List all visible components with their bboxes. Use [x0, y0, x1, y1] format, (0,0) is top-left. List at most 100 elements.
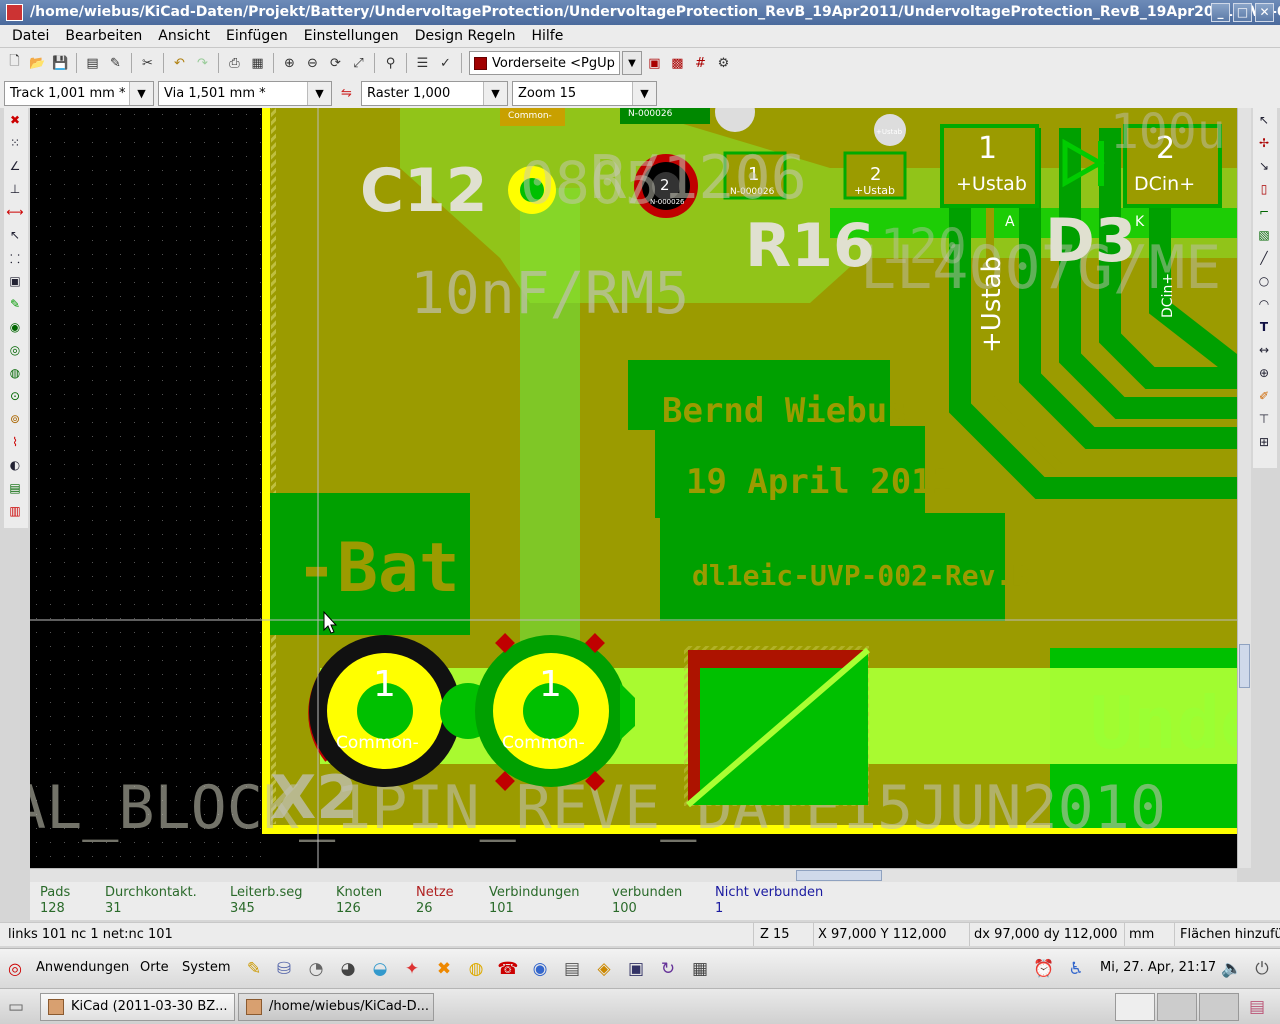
delete-tool-icon[interactable]: ✐ [1253, 385, 1275, 407]
calculator-launcher-icon[interactable]: ▦ [686, 955, 714, 983]
globe-launcher-icon[interactable]: ◉ [526, 955, 554, 983]
notes-launcher-icon[interactable]: ▤ [558, 955, 586, 983]
task-kicad[interactable]: KiCad (2011-03-30 BZ... [40, 993, 235, 1021]
phone-launcher-icon[interactable]: ☎ [494, 955, 522, 983]
power-icon[interactable]: ⏻ [1248, 955, 1276, 983]
chevron-down-icon[interactable]: ▼ [129, 81, 153, 105]
accessibility-icon[interactable]: ♿ [1062, 955, 1090, 983]
menu-ansicht[interactable]: Ansicht [150, 28, 218, 44]
layer-pair-icon[interactable]: ▣ [644, 53, 665, 74]
layer-dropdown-button[interactable]: ▼ [621, 51, 642, 75]
auto-track-width-icon[interactable]: ⇋ [336, 83, 357, 104]
show-zones-icon[interactable]: ◉ [4, 316, 26, 338]
units-inch-icon[interactable]: ⊥ [4, 178, 26, 200]
add-module-icon[interactable]: ▯ [1253, 178, 1275, 200]
select-tool-icon[interactable]: ↖ [1253, 109, 1275, 131]
network-launcher-icon[interactable]: ⛁ [270, 955, 298, 983]
show-desktop-icon[interactable]: ▭ [2, 993, 30, 1021]
print-icon[interactable]: ⎙ [224, 53, 245, 74]
horizontal-scroll-thumb[interactable] [796, 870, 882, 881]
add-zone-icon[interactable]: ▧ [1253, 224, 1275, 246]
maximize-button[interactable]: □ [1233, 3, 1252, 22]
drc-off-icon[interactable]: ✖ [4, 109, 26, 131]
text-editor-launcher-icon[interactable]: ✎ [240, 955, 268, 983]
layer-select[interactable]: Vorderseite <PgUp [469, 51, 620, 75]
vias-sketch-icon[interactable]: ⊚ [4, 408, 26, 430]
dolphin-launcher-icon[interactable]: ◒ [366, 955, 394, 983]
cursor-shape-icon[interactable]: ↖ [4, 224, 26, 246]
chevron-down-icon[interactable]: ▼ [632, 81, 656, 105]
fabrication-icon[interactable]: ⚙ [713, 53, 734, 74]
grid-toggle-icon[interactable]: ⁙ [4, 132, 26, 154]
screenshot-launcher-icon[interactable]: ▣ [622, 955, 650, 983]
pads-sketch-icon[interactable]: ⊙ [4, 385, 26, 407]
trash-icon[interactable]: ▤ [1243, 993, 1271, 1021]
microwave-tools-icon[interactable]: ▥ [4, 500, 26, 522]
track-width-select[interactable]: Track 1,001 mm * ▼ [4, 80, 154, 106]
zoom-select[interactable]: Zoom 15 ▼ [512, 80, 657, 106]
menu-datei[interactable]: Datei [4, 28, 57, 44]
high-contrast-icon[interactable]: ◐ [4, 454, 26, 476]
menu-bearbeiten[interactable]: Bearbeiten [57, 28, 150, 44]
workspace-3[interactable] [1199, 993, 1239, 1021]
volume-icon[interactable]: 🔈 [1218, 955, 1246, 983]
zoom-fit-icon[interactable]: ⤢ [348, 53, 369, 74]
add-line-icon[interactable]: ╱ [1253, 247, 1275, 269]
minimize-button[interactable]: _ [1211, 3, 1230, 22]
firefox-launcher-icon[interactable]: ✦ [398, 955, 426, 983]
grid-select[interactable]: Raster 1,000 ▼ [361, 80, 508, 106]
add-circle-icon[interactable]: ○ [1253, 270, 1275, 292]
plot-icon[interactable]: ▦ [247, 53, 268, 74]
add-tracks-icon[interactable]: ⌐ [1253, 201, 1275, 223]
vertical-scrollbar[interactable] [1237, 108, 1251, 868]
chevron-down-icon[interactable]: ▼ [483, 81, 507, 105]
task-pcbnew[interactable]: /home/wiebus/KiCad-D... [238, 993, 434, 1021]
zoom-in-icon[interactable]: ⊕ [279, 53, 300, 74]
basket-launcher-icon[interactable]: ◍ [462, 955, 490, 983]
menu-einfuegen[interactable]: Einfügen [218, 28, 296, 44]
add-dimension-icon[interactable]: ↔ [1253, 339, 1275, 361]
menu-design-regeln[interactable]: Design Regeln [407, 28, 524, 44]
drc-icon[interactable]: ✓ [435, 53, 456, 74]
pcb-canvas[interactable]: Common- N-000026 2 N-000026 1 N-000026 2… [30, 108, 1237, 868]
close-button[interactable]: ✕ [1255, 3, 1274, 22]
add-text-icon[interactable]: T [1253, 316, 1275, 338]
netlist-icon[interactable]: ☰ [412, 53, 433, 74]
workspace-1[interactable] [1115, 993, 1155, 1021]
set-origin-icon[interactable]: ⊤ [1253, 408, 1275, 430]
auto-delete-track-icon[interactable]: ✎ [4, 293, 26, 315]
vertical-scroll-thumb[interactable] [1239, 644, 1250, 688]
chevron-down-icon[interactable]: ▼ [307, 81, 331, 105]
page-settings-icon[interactable]: ▤ [82, 53, 103, 74]
menu-einstellungen[interactable]: Einstellungen [296, 28, 407, 44]
save-board-icon[interactable]: 💾 [50, 53, 71, 74]
alarm-clock-icon[interactable]: ⏰ [1030, 955, 1058, 983]
units-mm-icon[interactable]: ⟷ [4, 201, 26, 223]
grid-origin-icon[interactable]: ⊞ [1253, 431, 1275, 453]
add-target-icon[interactable]: ⊕ [1253, 362, 1275, 384]
menu-hilfe[interactable]: Hilfe [523, 28, 571, 44]
panel-clock[interactable]: Mi, 27. Apr, 21:17 [1100, 960, 1216, 975]
pcbnew-app-icon[interactable] [6, 4, 23, 21]
new-board-icon[interactable]: 🗋 [4, 53, 25, 74]
open-board-icon[interactable]: 📂 [27, 53, 48, 74]
gimp-launcher-icon[interactable]: ◕ [334, 955, 362, 983]
via-size-select[interactable]: Via 1,501 mm * ▼ [158, 80, 332, 106]
workspace-2[interactable] [1157, 993, 1197, 1021]
redo-icon[interactable]: ↷ [192, 53, 213, 74]
add-arc-icon[interactable]: ◠ [1253, 293, 1275, 315]
refresh-launcher-icon[interactable]: ↻ [654, 955, 682, 983]
polar-coords-icon[interactable]: ∠ [4, 155, 26, 177]
find-icon[interactable]: ⚲ [380, 53, 401, 74]
tracks-sketch-icon[interactable]: ⌇ [4, 431, 26, 453]
cut-icon[interactable]: ✂ [137, 53, 158, 74]
horizontal-scrollbar[interactable] [30, 868, 1237, 882]
fox-launcher-icon[interactable]: ◈ [590, 955, 618, 983]
system-menu[interactable]: System [182, 960, 230, 975]
highlight-net-icon[interactable]: ✢ [1253, 132, 1275, 154]
zoom-redraw-icon[interactable]: ⟳ [325, 53, 346, 74]
zoom-out-icon[interactable]: ⊖ [302, 53, 323, 74]
module-editor-icon[interactable]: ✎ [105, 53, 126, 74]
autoplace-icon[interactable]: ▩ [667, 53, 688, 74]
layers-manager-icon[interactable]: ▤ [4, 477, 26, 499]
